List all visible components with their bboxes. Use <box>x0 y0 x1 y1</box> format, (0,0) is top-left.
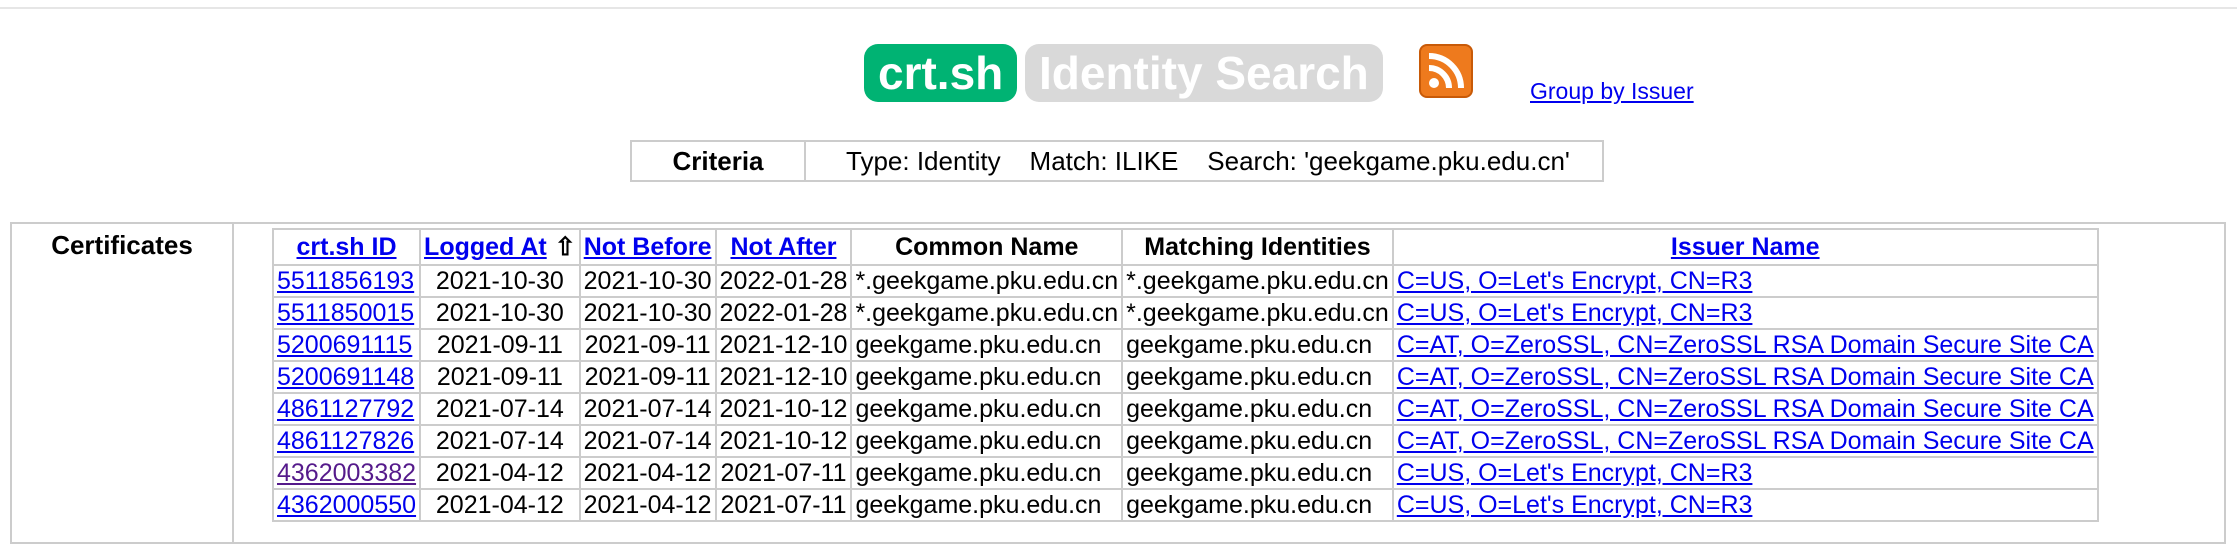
sort-by-id-link[interactable]: crt.sh ID <box>297 233 397 261</box>
logged-at-cell: 2021-09-11 <box>419 360 581 394</box>
table-row: 5511856193 2021-10-30 2021-10-30 2022-01… <box>271 264 2099 298</box>
table-row: 4362000550 2021-04-12 2021-04-12 2021-07… <box>271 488 2099 522</box>
not-after-cell: 2021-07-11 <box>714 456 853 490</box>
sort-by-logged-at-link[interactable]: Logged At <box>424 233 547 261</box>
table-row: 4861127826 2021-07-14 2021-07-14 2021-10… <box>271 424 2099 458</box>
not-before-cell: 2021-09-11 <box>578 360 717 394</box>
table-row: 5511850015 2021-10-30 2021-10-30 2022-01… <box>271 296 2099 330</box>
common-name-cell: *.geekgame.pku.edu.cn <box>850 264 1124 298</box>
table-row: 5200691148 2021-09-11 2021-09-11 2021-12… <box>271 360 2099 394</box>
matching-identities-cell: *.geekgame.pku.edu.cn <box>1121 296 1394 330</box>
not-before-cell: 2021-04-12 <box>578 488 717 522</box>
logged-at-cell: 2021-04-12 <box>419 488 581 522</box>
rss-feed-icon[interactable] <box>1419 44 1473 98</box>
criteria-label: Criteria <box>632 142 806 180</box>
issuer-link[interactable]: C=AT, O=ZeroSSL, CN=ZeroSSL RSA Domain S… <box>1397 427 2094 455</box>
table-row: 5200691115 2021-09-11 2021-09-11 2021-12… <box>271 328 2099 362</box>
sort-by-issuer-link[interactable]: Issuer Name <box>1671 233 1820 261</box>
issuer-link[interactable]: C=AT, O=ZeroSSL, CN=ZeroSSL RSA Domain S… <box>1397 395 2094 423</box>
common-name-cell: geekgame.pku.edu.cn <box>850 424 1124 458</box>
col-issuer-name: Issuer Name <box>1391 228 2099 266</box>
not-after-cell: 2021-12-10 <box>714 328 853 362</box>
not-after-cell: 2021-10-12 <box>714 392 853 426</box>
certificates-label: Certificates <box>12 224 234 542</box>
logged-at-cell: 2021-10-30 <box>419 264 581 298</box>
sort-by-not-before-link[interactable]: Not Before <box>584 233 712 261</box>
logged-at-cell: 2021-07-14 <box>419 392 581 426</box>
not-before-cell: 2021-04-12 <box>578 456 717 490</box>
not-after-cell: 2021-12-10 <box>714 360 853 394</box>
col-matching-identities: Matching Identities <box>1121 228 1394 266</box>
issuer-link[interactable]: C=US, O=Let's Encrypt, CN=R3 <box>1397 299 1753 327</box>
logged-at-cell: 2021-10-30 <box>419 296 581 330</box>
table-row: 4861127792 2021-07-14 2021-07-14 2021-10… <box>271 392 2099 426</box>
not-before-cell: 2021-07-14 <box>578 392 717 426</box>
not-after-cell: 2022-01-28 <box>714 296 853 330</box>
cert-id-link[interactable]: 5511856193 <box>277 267 414 295</box>
matching-identities-cell: geekgame.pku.edu.cn <box>1121 456 1394 490</box>
cert-id-link[interactable]: 5200691148 <box>277 363 414 391</box>
matching-identities-cell: geekgame.pku.edu.cn <box>1121 392 1394 426</box>
issuer-link[interactable]: C=US, O=Let's Encrypt, CN=R3 <box>1397 491 1753 519</box>
common-name-cell: geekgame.pku.edu.cn <box>850 392 1124 426</box>
criteria-values: Type: Identity Match: ILIKE Search: 'gee… <box>846 146 1570 176</box>
logged-at-cell: 2021-09-11 <box>419 328 581 362</box>
col-common-name: Common Name <box>850 228 1124 266</box>
issuer-link[interactable]: C=US, O=Let's Encrypt, CN=R3 <box>1397 267 1753 295</box>
issuer-link[interactable]: C=AT, O=ZeroSSL, CN=ZeroSSL RSA Domain S… <box>1397 363 2094 391</box>
logged-at-cell: 2021-04-12 <box>419 456 581 490</box>
not-after-cell: 2021-07-11 <box>714 488 853 522</box>
not-before-cell: 2021-09-11 <box>578 328 717 362</box>
matching-identities-cell: geekgame.pku.edu.cn <box>1121 360 1394 394</box>
logged-at-cell: 2021-07-14 <box>419 424 581 458</box>
cert-id-link[interactable]: 4362000550 <box>277 491 416 519</box>
table-row: 4362003382 2021-04-12 2021-04-12 2021-07… <box>271 456 2099 490</box>
sort-by-not-after-link[interactable]: Not After <box>730 233 836 261</box>
col-not-before: Not Before <box>578 228 717 266</box>
common-name-cell: geekgame.pku.edu.cn <box>850 328 1124 362</box>
cert-id-link[interactable]: 5200691115 <box>277 331 412 359</box>
table-header-row: crt.sh ID Logged At ⇧ Not Before Not Afte… <box>271 228 2099 266</box>
matching-identities-cell: *.geekgame.pku.edu.cn <box>1121 264 1394 298</box>
criteria-box: Criteria Type: Identity Match: ILIKE Sea… <box>630 140 1604 182</box>
issuer-link[interactable]: C=AT, O=ZeroSSL, CN=ZeroSSL RSA Domain S… <box>1397 331 2094 359</box>
sort-ascending-icon: ⇧ <box>554 233 576 261</box>
col-crtsh-id: crt.sh ID <box>271 228 422 266</box>
site-logo[interactable]: crt.sh <box>864 44 1018 102</box>
col-logged-at: Logged At ⇧ <box>419 228 581 266</box>
not-after-cell: 2022-01-28 <box>714 264 853 298</box>
matching-identities-cell: geekgame.pku.edu.cn <box>1121 488 1394 522</box>
not-before-cell: 2021-07-14 <box>578 424 717 458</box>
group-by-issuer-link[interactable]: Group by Issuer <box>1530 78 1694 105</box>
certificates-table: crt.sh ID Logged At ⇧ Not Before Not Afte… <box>271 228 2099 522</box>
cert-id-link[interactable]: 4861127792 <box>277 395 414 423</box>
common-name-cell: geekgame.pku.edu.cn <box>850 488 1124 522</box>
col-not-after: Not After <box>714 228 853 266</box>
matching-identities-cell: geekgame.pku.edu.cn <box>1121 328 1394 362</box>
not-before-cell: 2021-10-30 <box>578 264 717 298</box>
page-subtitle: Identity Search <box>1025 44 1383 102</box>
not-after-cell: 2021-10-12 <box>714 424 853 458</box>
common-name-cell: geekgame.pku.edu.cn <box>850 456 1124 490</box>
issuer-link[interactable]: C=US, O=Let's Encrypt, CN=R3 <box>1397 459 1753 487</box>
common-name-cell: geekgame.pku.edu.cn <box>850 360 1124 394</box>
cert-id-link[interactable]: 4362003382 <box>277 459 416 487</box>
matching-identities-cell: geekgame.pku.edu.cn <box>1121 424 1394 458</box>
common-name-cell: *.geekgame.pku.edu.cn <box>850 296 1124 330</box>
not-before-cell: 2021-10-30 <box>578 296 717 330</box>
cert-id-link[interactable]: 4861127826 <box>277 427 414 455</box>
cert-id-link[interactable]: 5511850015 <box>277 299 414 327</box>
top-divider <box>0 7 2237 9</box>
